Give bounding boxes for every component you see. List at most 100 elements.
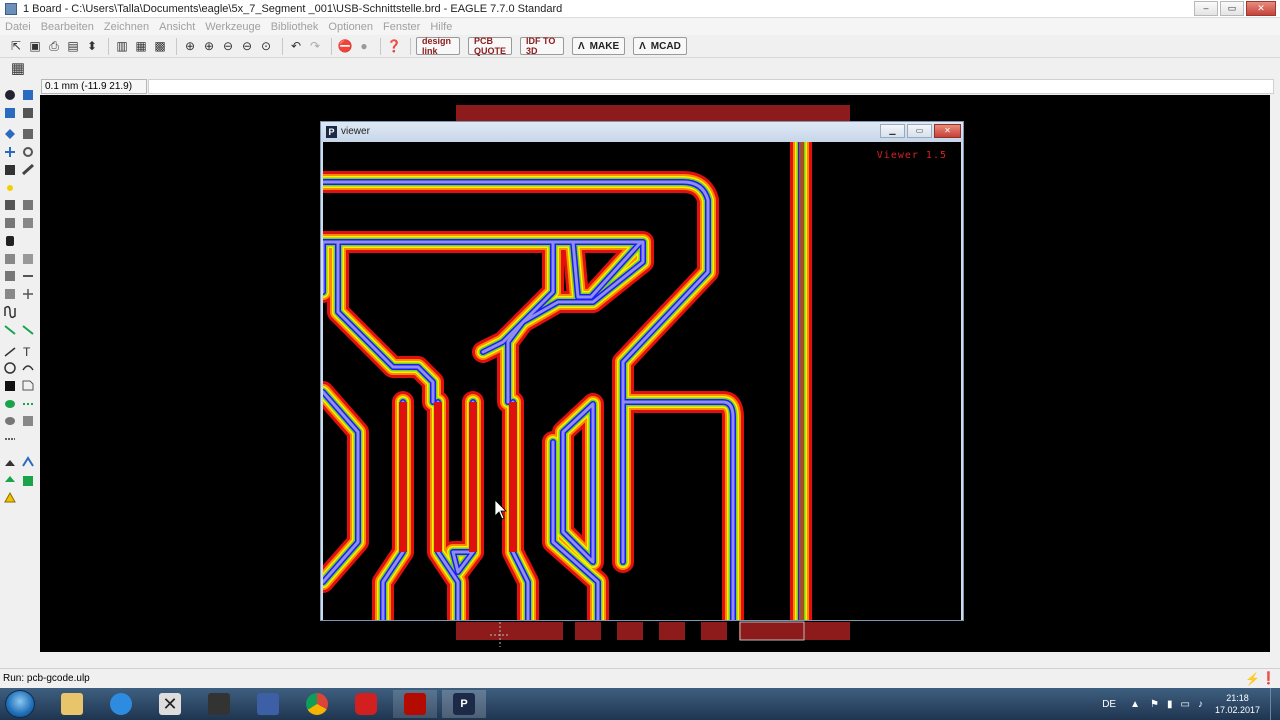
window-title: 1 Board - C:\Users\Talla\Documents\eagle… (23, 2, 563, 15)
menu-fenster[interactable]: Fenster (378, 21, 425, 33)
eagle-chip-icon (208, 693, 230, 715)
autodesk-icon: Λ (639, 40, 646, 52)
viewer-canvas[interactable]: Viewer 1.5 (323, 142, 961, 620)
menu-werkzeuge[interactable]: Werkzeuge (200, 21, 265, 33)
viewer-maximize-button[interactable]: ▭ (907, 124, 932, 138)
close-button[interactable]: ✕ (1246, 1, 1276, 16)
acrobat-icon (404, 693, 426, 715)
battery-icon[interactable]: ▭ (1181, 699, 1190, 710)
grid-icon[interactable]: ▦ (133, 38, 149, 54)
save-icon[interactable]: ▣ (27, 38, 43, 54)
board-outline-top (456, 105, 850, 122)
taskbar-eagle[interactable] (197, 690, 241, 718)
coordinate-display: 0.1 mm (-11.9 21.9) (41, 79, 147, 94)
pcb-viewer-icon: P (326, 126, 337, 138)
show-desktop-button[interactable] (1270, 688, 1280, 720)
windows-taskbar: ✕ P DE ▲ ⚑ ▮ ▭ ♪ 21:18 17.02.2017 (0, 688, 1280, 720)
mcad-label: MCAD (650, 40, 681, 52)
stop-info-icon[interactable]: ❗ (1261, 671, 1276, 685)
stop-icon[interactable]: ⛔ (337, 38, 353, 54)
zoom-redraw-icon[interactable]: ⊙ (258, 38, 274, 54)
ratsnest-icon[interactable]: ⬍ (84, 38, 100, 54)
taskbar-pcb-viewer[interactable]: P (442, 690, 486, 718)
system-tray: DE ▲ ⚑ ▮ ▭ ♪ 21:18 17.02.2017 (1102, 688, 1280, 720)
mcad-button[interactable]: Λ MCAD (633, 37, 687, 55)
flag-icon[interactable]: ⚑ (1150, 699, 1159, 710)
svg-text:T: T (23, 345, 31, 359)
viewer-title: viewer (341, 126, 370, 137)
disk-icon (257, 693, 279, 715)
taskbar-x-app[interactable]: ✕ (148, 690, 192, 718)
ie-icon (110, 693, 132, 715)
idf-to-3d-button[interactable]: IDF TO 3D (520, 36, 564, 56)
viewer-close-button[interactable]: ✕ (934, 124, 961, 138)
volume-icon[interactable]: ♪ (1198, 699, 1203, 710)
menu-ansicht[interactable]: Ansicht (154, 21, 200, 33)
reader-icon (355, 693, 377, 715)
zoom-fit-icon[interactable]: ⊕ (182, 38, 198, 54)
undo-icon[interactable]: ↶ (288, 38, 304, 54)
menu-optionen[interactable]: Optionen (323, 21, 378, 33)
parameter-toolbar: ▦ (0, 58, 1280, 78)
taskbar-acrobat[interactable] (393, 690, 437, 718)
vertical-scrollbar[interactable] (1270, 95, 1280, 652)
status-bar: Run: pcb-gcode.ulp ⚡ ❗ (0, 668, 1280, 688)
autodesk-icon: Λ (578, 40, 585, 52)
viewer-title-bar[interactable]: P viewer ▁ ▭ ✕ (321, 122, 963, 142)
main-toolbar: ⇱ ▣ ⎙ ▤ ⬍ ▥ ▦ ▩ ⊕ ⊕ ⊖ ⊖ ⊙ ↶ ↷ ⛔ ● ❓ desi… (0, 35, 1280, 58)
menu-hilfe[interactable]: Hilfe (425, 21, 457, 33)
design-link-button[interactable]: design link (416, 36, 460, 56)
cam-icon[interactable]: ▤ (65, 38, 81, 54)
zoom-select-icon[interactable]: ⊖ (239, 38, 255, 54)
grid-settings-icon[interactable]: ▦ (10, 60, 26, 77)
gcode-toolpath-preview (323, 142, 961, 620)
clock-date: 17.02.2017 (1214, 705, 1260, 715)
eagle-app-icon (5, 2, 17, 15)
run-icon[interactable]: ⚡ (1245, 672, 1260, 686)
board-icon[interactable]: ▩ (152, 38, 168, 54)
zoom-out-icon[interactable]: ⊖ (220, 38, 236, 54)
go-icon[interactable]: ● (356, 38, 372, 54)
make-label: MAKE (589, 40, 620, 52)
clock[interactable]: 21:18 17.02.2017 (1215, 692, 1260, 716)
pcb-quote-button[interactable]: PCB QUOTE (468, 36, 512, 56)
maximize-button[interactable]: ▭ (1220, 1, 1244, 16)
make-button[interactable]: Λ MAKE (572, 37, 626, 55)
command-line-input[interactable] (148, 79, 1274, 94)
print-icon[interactable]: ⎙ (46, 38, 62, 54)
minimize-button[interactable]: ‒ (1194, 1, 1218, 16)
start-button[interactable] (5, 690, 35, 718)
title-bar: 1 Board - C:\Users\Talla\Documents\eagle… (0, 0, 1280, 18)
taskbar-chrome[interactable] (295, 690, 339, 718)
chrome-icon (306, 693, 328, 715)
network-icon[interactable]: ▮ (1167, 699, 1173, 710)
viewer-minimize-button[interactable]: ▁ (880, 124, 905, 138)
zoom-in-icon[interactable]: ⊕ (201, 38, 217, 54)
horizontal-scrollbar[interactable] (40, 652, 1270, 668)
taskbar-acrobat-reader[interactable] (344, 690, 388, 718)
menu-bearbeiten[interactable]: Bearbeiten (36, 21, 99, 33)
menu-datei[interactable]: Datei (0, 21, 36, 33)
menu-zeichnen[interactable]: Zeichnen (99, 21, 154, 33)
layers-icon[interactable]: ▥ (114, 38, 130, 54)
command-toolbar: T (0, 78, 40, 668)
open-icon[interactable]: ⇱ (8, 38, 24, 54)
help-icon[interactable]: ❓ (386, 38, 402, 54)
command-tool-icons[interactable]: T (0, 78, 40, 668)
redo-icon[interactable]: ↷ (307, 38, 323, 54)
pcb-viewer-icon: P (453, 693, 475, 715)
coordinate-row: 0.1 mm (-11.9 21.9) (0, 78, 1280, 95)
viewer-version-label: Viewer 1.5 (876, 150, 947, 161)
clock-time: 21:18 (1226, 693, 1249, 703)
taskbar-internet-explorer[interactable] (99, 690, 143, 718)
tray-expand-icon[interactable]: ▲ (1130, 699, 1140, 710)
x-icon: ✕ (159, 693, 181, 715)
menu-bar: Datei Bearbeiten Zeichnen Ansicht Werkze… (0, 18, 1280, 35)
status-text: Run: pcb-gcode.ulp (3, 673, 90, 684)
taskbar-save[interactable] (246, 690, 290, 718)
menu-bibliothek[interactable]: Bibliothek (266, 21, 324, 33)
taskbar-explorer[interactable] (50, 690, 94, 718)
viewer-window[interactable]: P viewer ▁ ▭ ✕ Viewer 1.5 (320, 121, 964, 621)
language-indicator[interactable]: DE (1102, 699, 1116, 710)
folder-icon (61, 693, 83, 715)
